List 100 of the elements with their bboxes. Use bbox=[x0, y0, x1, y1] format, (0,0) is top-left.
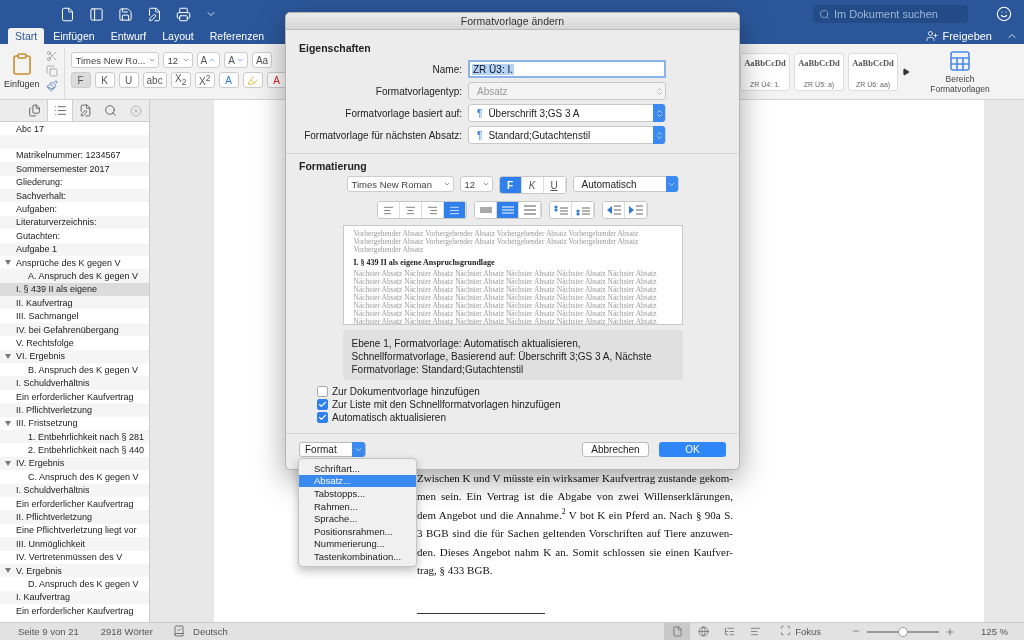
indent-increase-icon[interactable] bbox=[628, 205, 643, 215]
align-center-icon bbox=[405, 204, 416, 216]
body-paragraph: Zwischen K und V müsste ein wirksamer Kaufvertrag zustande gekom- men sein. Ein Vertrag ist die Abgabe von zwei Willenserklärungen, dem Angebot und die Annahme.$^{2}$ V bot K ein Pferd an. Nach § 90a S. 3 BGB sind die für Sachen geltenden Vorschriften auf Tiere anzuwen- den. Dieses Angebot nahm K an. Somit schlossen sie einen Kaufver- trag, § 433 BGB. bbox=[417, 471, 733, 579]
add-person-icon bbox=[926, 30, 939, 42]
select-field[interactable]: ¶ Überschrift 3;GS 3 A bbox=[468, 104, 666, 122]
disclosure-triangle-icon[interactable] bbox=[5, 420, 11, 426]
menu-item[interactable]: Nummerierung... bbox=[299, 537, 416, 551]
font-size-field[interactable]: 12 bbox=[162, 52, 193, 68]
outline-item[interactable]: II. Kaufvertrag bbox=[0, 296, 149, 310]
text-effects-button[interactable]: A bbox=[218, 72, 239, 88]
font-style-button[interactable]: F bbox=[499, 177, 522, 193]
menu-item[interactable]: Positionsrahmen... bbox=[299, 524, 416, 538]
sidebar-icon bbox=[89, 6, 104, 22]
language-label[interactable]: Deutsch bbox=[193, 626, 228, 637]
ok-button[interactable]: OK bbox=[659, 442, 726, 457]
format-painter-icon bbox=[45, 80, 58, 92]
checkbox-label: Zur Dokumentvorlage hinzufügen bbox=[332, 386, 480, 397]
select-field[interactable]: ¶ Standard;Gutachtenstil bbox=[468, 126, 666, 144]
disclosure-triangle-icon[interactable] bbox=[5, 353, 11, 359]
ribbon-tab[interactable]: Einfügen bbox=[46, 28, 102, 44]
shrink-font-button[interactable]: A bbox=[224, 52, 248, 68]
list-tab[interactable] bbox=[47, 100, 73, 121]
align-left-button[interactable] bbox=[378, 202, 400, 218]
grow-font-button[interactable]: A bbox=[196, 52, 221, 68]
font-name-field[interactable]: Times New Roman bbox=[346, 176, 454, 192]
copy-icon bbox=[45, 65, 58, 77]
ribbon-tab[interactable]: Start bbox=[8, 28, 45, 44]
option-checkbox[interactable]: Automatisch aktualisieren bbox=[317, 412, 726, 423]
change-case-button[interactable]: Aa bbox=[251, 52, 273, 68]
slider-thumb[interactable] bbox=[898, 626, 909, 637]
format-button[interactable]: X$^{2}$ bbox=[194, 72, 215, 88]
font-color-button[interactable]: A bbox=[266, 72, 287, 88]
ribbon-tab[interactable]: Entwurf bbox=[103, 28, 154, 44]
menu-item[interactable]: Tabstopps... bbox=[299, 487, 416, 500]
line-spacing-icon bbox=[501, 205, 514, 215]
line-spacing-button[interactable] bbox=[475, 202, 497, 218]
outline-item[interactable]: III. Unmöglichkeit bbox=[0, 537, 149, 551]
ribbon-tab[interactable]: Referenzen bbox=[202, 28, 272, 44]
font-name-field[interactable]: Times New Ro... bbox=[70, 52, 159, 68]
print-icon bbox=[176, 6, 191, 22]
line-spacing-button[interactable] bbox=[497, 202, 519, 218]
line-spacing-icon bbox=[479, 205, 492, 215]
disclosure-triangle-icon[interactable] bbox=[5, 460, 11, 466]
format-button[interactable]: K bbox=[94, 72, 115, 88]
caret-icon bbox=[208, 56, 217, 64]
smiley-icon bbox=[996, 6, 1012, 22]
dropdown-icon bbox=[181, 56, 190, 64]
align-justify-button[interactable] bbox=[444, 202, 466, 218]
indent-decrease-icon[interactable] bbox=[606, 205, 621, 215]
format-button[interactable]: Format bbox=[299, 442, 366, 457]
outline-item[interactable]: Sommersemester 2017 bbox=[0, 162, 149, 176]
name-field[interactable]: ZR Ü3: I. bbox=[468, 60, 666, 78]
checkbox-label: Zur Liste mit den Schnellformatvorlagen hinzufügen bbox=[332, 399, 561, 410]
space-before-icon[interactable] bbox=[553, 204, 568, 216]
option-checkbox[interactable]: Zur Dokumentvorlage hinzufügen bbox=[317, 386, 726, 397]
align-left-icon bbox=[383, 204, 394, 216]
checkbox[interactable] bbox=[317, 412, 328, 423]
cut-icon bbox=[45, 50, 58, 62]
menu-item[interactable]: Schriftart... bbox=[299, 462, 416, 475]
format-button[interactable]: U bbox=[118, 72, 139, 88]
align-justify-icon bbox=[449, 204, 460, 216]
save-icon bbox=[118, 6, 133, 22]
caret-icon bbox=[235, 56, 244, 64]
menu-item[interactable]: Tastenkombination... bbox=[299, 550, 416, 563]
outline-item[interactable]: II. Pflichtverletzung bbox=[0, 510, 149, 524]
outline-icon bbox=[723, 626, 735, 637]
styles-pane-button[interactable]: Bereich Formatvorlagen bbox=[930, 49, 990, 94]
section-heading: Formatierung bbox=[299, 160, 368, 172]
checkbox[interactable] bbox=[317, 386, 328, 397]
more-styles-icon bbox=[902, 67, 910, 76]
dropdown-icon bbox=[481, 180, 490, 188]
zoom-reading: 125 % bbox=[981, 626, 1008, 637]
format-button[interactable]: abc bbox=[142, 72, 167, 88]
menu-item[interactable]: Sprache... bbox=[299, 512, 416, 525]
share-button[interactable]: Freigeben bbox=[920, 30, 998, 44]
font-color-field[interactable]: Automatisch bbox=[572, 176, 679, 192]
cancel-button[interactable]: Abbrechen bbox=[582, 442, 649, 457]
space-after-icon[interactable] bbox=[575, 204, 590, 216]
view-button[interactable] bbox=[664, 623, 691, 640]
section-heading: Eigenschaften bbox=[299, 42, 372, 54]
stepper-icon bbox=[654, 86, 664, 96]
outline-item[interactable]: II. Pflichtverletzung bbox=[0, 403, 149, 417]
ribbon-tab[interactable]: Layout bbox=[155, 28, 201, 44]
focus-button[interactable]: Fokus bbox=[795, 626, 822, 637]
style-description: Ebene 1, Formatvorlage: Automatisch aktualisieren, Schnellformatvorlage, Basierend auf: Überschrift 3;GS 3 A, Nächste Formatvorlage: Standard;Gutachtenstil bbox=[342, 330, 683, 380]
format-button[interactable]: X$_{2}$ bbox=[170, 72, 191, 88]
checkbox[interactable] bbox=[317, 399, 328, 410]
format-button[interactable]: F bbox=[70, 72, 91, 88]
list-icon bbox=[53, 104, 67, 117]
search-icon bbox=[104, 104, 118, 117]
option-checkbox[interactable]: Zur Liste mit den Schnellformatvorlagen hinzufügen bbox=[317, 399, 726, 410]
paste-button[interactable]: Einfügen bbox=[4, 48, 40, 99]
outline-item[interactable]: A. Anspruch des K gegen V bbox=[0, 269, 149, 283]
highlight-button[interactable] bbox=[242, 72, 263, 88]
dropdown-icon bbox=[354, 445, 363, 454]
menu-item[interactable]: Rahmen... bbox=[299, 499, 416, 513]
dropdown-icon bbox=[442, 180, 451, 188]
font-size-field[interactable]: 12 bbox=[459, 176, 493, 192]
outline-item[interactable]: I. Schuldverhältnis bbox=[0, 376, 149, 390]
search-field[interactable]: Im Dokument suchen bbox=[813, 5, 968, 23]
